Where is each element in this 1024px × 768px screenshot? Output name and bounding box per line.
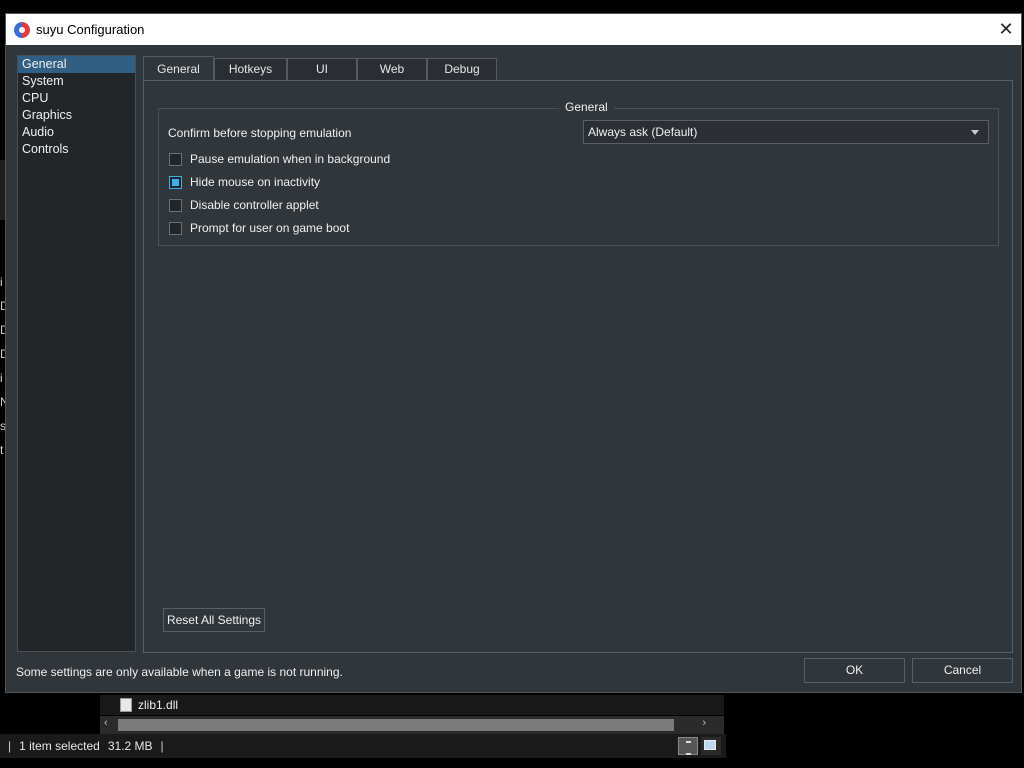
sidebar-item-graphics[interactable]: Graphics <box>18 107 135 124</box>
status-separator-end: | <box>160 739 164 753</box>
close-button[interactable]: ✕ <box>991 14 1021 45</box>
tab-general[interactable]: General <box>143 56 214 81</box>
sidebar-item-controls[interactable]: Controls <box>18 141 135 158</box>
pause-background-checkbox[interactable] <box>169 152 182 166</box>
general-groupbox: General Confirm before stopping emulatio… <box>158 100 999 246</box>
horizontal-scrollbar[interactable]: ‹ › <box>100 716 724 734</box>
groupbox-title: General <box>559 100 614 114</box>
tab-debug[interactable]: Debug <box>427 58 497 80</box>
hide-mouse-label: Hide mouse on inactivity <box>190 175 321 189</box>
status-size-text: 31.2 MB <box>107 739 153 753</box>
chevron-down-icon <box>971 130 979 135</box>
prompt-user-checkbox-row[interactable]: Prompt for user on game boot <box>169 221 349 235</box>
pause-background-checkbox-row[interactable]: Pause emulation when in background <box>169 152 390 166</box>
confirm-stop-dropdown[interactable]: Always ask (Default) <box>583 120 989 144</box>
explorer-status-bar: | 1 item selected 31.2 MB | <box>0 734 726 758</box>
status-selected-text: 1 item selected <box>19 739 100 753</box>
tab-ui[interactable]: UI <box>287 58 357 80</box>
tab-web[interactable]: Web <box>357 58 427 80</box>
hide-mouse-checkbox-row[interactable]: Hide mouse on inactivity <box>169 175 320 189</box>
scroll-right-icon[interactable]: › <box>702 717 706 729</box>
prompt-user-label: Prompt for user on game boot <box>190 221 350 235</box>
file-name: zlib1.dll <box>138 698 179 712</box>
sidebar-item-cpu[interactable]: CPU <box>18 90 135 107</box>
disable-controller-applet-checkbox[interactable] <box>169 198 182 212</box>
tab-hotkeys[interactable]: Hotkeys <box>214 58 287 80</box>
file-list-row[interactable]: zlib1.dll <box>100 695 724 715</box>
tab-bar: General Hotkeys UI Web Debug <box>143 56 497 81</box>
status-separator: | <box>8 739 12 753</box>
disable-controller-applet-label: Disable controller applet <box>190 198 319 212</box>
footer-note: Some settings are only available when a … <box>16 665 343 679</box>
settings-sidebar: General System CPU Graphics Audio Contro… <box>17 55 136 652</box>
scroll-left-icon[interactable]: ‹ <box>104 717 108 729</box>
sidebar-item-general[interactable]: General <box>18 56 135 73</box>
reset-all-settings-button[interactable]: Reset All Settings <box>163 608 265 632</box>
confirm-stop-value: Always ask (Default) <box>588 125 698 139</box>
dialog-title: suyu Configuration <box>36 22 145 37</box>
ok-button[interactable]: OK <box>804 658 905 683</box>
dialog-titlebar: suyu Configuration ✕ <box>6 14 1021 45</box>
details-view-icon[interactable] <box>678 737 698 755</box>
prompt-user-checkbox[interactable] <box>169 221 182 235</box>
cancel-button[interactable]: Cancel <box>912 658 1013 683</box>
dll-file-icon <box>120 698 132 712</box>
pause-background-label: Pause emulation when in background <box>190 152 391 166</box>
large-icons-view-icon[interactable] <box>701 737 721 755</box>
sidebar-item-system[interactable]: System <box>18 73 135 90</box>
hide-mouse-checkbox[interactable] <box>169 175 182 189</box>
configuration-dialog: suyu Configuration ✕ General System CPU … <box>5 13 1022 693</box>
scrollbar-thumb[interactable] <box>118 719 674 731</box>
general-tab-panel: General Confirm before stopping emulatio… <box>143 80 1013 653</box>
sidebar-item-audio[interactable]: Audio <box>18 124 135 141</box>
suyu-logo-icon <box>14 21 30 38</box>
disable-controller-applet-checkbox-row[interactable]: Disable controller applet <box>169 198 319 212</box>
confirm-stop-label: Confirm before stopping emulation <box>168 126 352 140</box>
